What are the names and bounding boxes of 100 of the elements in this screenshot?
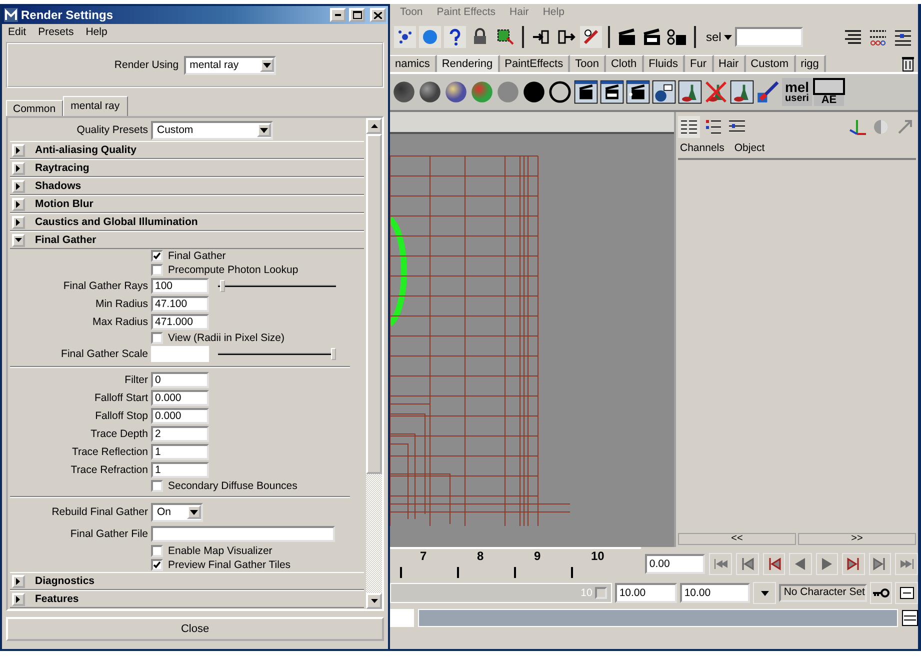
step-forward-key-button[interactable]	[868, 553, 892, 575]
checkbox[interactable]	[151, 264, 163, 276]
step-back-frame-button[interactable]	[762, 553, 786, 575]
section-header[interactable]: Caustics and Global Illumination	[10, 213, 364, 231]
close-dialog-button[interactable]: Close	[6, 617, 384, 641]
ipr-render-window-icon[interactable]	[600, 80, 624, 104]
checkbox[interactable]	[151, 332, 163, 344]
input-field[interactable]: 0	[151, 372, 209, 388]
help-icon[interactable]	[444, 26, 466, 48]
expand-button[interactable]	[12, 574, 25, 588]
shelf-tab[interactable]: Cloth	[606, 55, 644, 72]
expand-button[interactable]	[12, 180, 25, 192]
ring-icon[interactable]	[548, 80, 572, 104]
section-header[interactable]: Shadows	[10, 177, 364, 195]
shelf-tab[interactable]: Custom	[746, 55, 796, 72]
bottle-icon[interactable]	[678, 80, 702, 104]
checkbox[interactable]	[151, 250, 163, 262]
input-field[interactable]: 1	[151, 462, 209, 478]
minimize-button[interactable]	[330, 8, 346, 22]
sphere-icon[interactable]	[392, 80, 416, 104]
construction-history-icon[interactable]	[580, 26, 602, 48]
expand-button[interactable]	[12, 592, 25, 606]
quality-presets-dropdown[interactable]: Custom	[151, 120, 273, 140]
checkbox[interactable]	[151, 545, 163, 557]
slider-thumb[interactable]	[220, 280, 226, 292]
batch-render-icon[interactable]	[626, 80, 650, 104]
bottle-icon[interactable]	[730, 80, 754, 104]
step-forward-frame-button[interactable]	[842, 553, 865, 575]
renderer-dropdown[interactable]: mental ray	[184, 56, 276, 74]
dropdown[interactable]: On	[151, 502, 203, 522]
range-handle[interactable]	[595, 587, 608, 599]
section-header[interactable]: Anti-aliasing Quality	[10, 141, 364, 159]
expand-button[interactable]	[12, 234, 25, 246]
input-field[interactable]: 1	[151, 444, 209, 460]
sphere-icon[interactable]	[522, 80, 546, 104]
particle-icon[interactable]	[394, 26, 416, 48]
maximize-button[interactable]	[349, 8, 365, 22]
channel-box-menu-item[interactable]: Object	[734, 142, 765, 154]
menu-item[interactable]: Help	[542, 6, 564, 20]
close-button[interactable]	[370, 8, 386, 22]
channel-box-menu-item[interactable]: Channels	[680, 142, 724, 154]
tab[interactable]: mental ray	[62, 96, 128, 116]
end-time-field[interactable]: 10.00	[680, 583, 750, 603]
shelf-tab[interactable]: rigg	[796, 55, 826, 72]
play-forwards-button[interactable]	[816, 553, 838, 575]
shelf-tab[interactable]: Hair	[714, 55, 746, 72]
file-field[interactable]	[151, 526, 335, 542]
section-header[interactable]: Final Gather	[10, 231, 364, 249]
input-field[interactable]: 0.000	[151, 408, 209, 424]
scroll-thumb[interactable]	[366, 134, 382, 474]
character-menu-button[interactable]	[753, 582, 776, 604]
section-header[interactable]: Raytracing	[10, 159, 364, 177]
expand-button[interactable]	[12, 144, 25, 156]
shelf-tab[interactable]: Fur	[685, 55, 714, 72]
menu-item[interactable]: Toon	[400, 6, 423, 20]
shelf-tab[interactable]: Toon	[570, 55, 606, 72]
section-header[interactable]: Diagnostics	[10, 572, 364, 590]
step-back-key-button[interactable]	[736, 553, 759, 575]
scroll-left-button[interactable]: <<	[678, 533, 796, 545]
play-backwards-button[interactable]	[789, 553, 812, 575]
expand-button[interactable]	[12, 162, 25, 174]
command-line-field[interactable]	[390, 609, 414, 627]
selection-mode-label[interactable]: sel	[706, 30, 722, 44]
crossed-bottle-icon[interactable]	[704, 80, 728, 104]
input-field[interactable]: 471.000	[151, 314, 209, 330]
start-time-field[interactable]: 10.00	[615, 583, 678, 603]
input-field[interactable]: 47.100	[151, 296, 209, 312]
scroll-down-button[interactable]	[366, 593, 382, 609]
paint-brush-icon[interactable]	[756, 80, 780, 104]
shelf-tab[interactable]: Rendering	[436, 55, 500, 72]
checkbox[interactable]	[151, 559, 163, 571]
shelf-tab[interactable]: Fluids	[644, 55, 685, 72]
current-time-field[interactable]: 0.00	[645, 554, 706, 574]
tab[interactable]: Common	[6, 100, 63, 116]
script-editor-icon[interactable]	[902, 610, 918, 626]
mel-script-icon[interactable]: mel useri	[782, 78, 812, 106]
input-field[interactable]: 2	[151, 426, 209, 442]
sphere-icon[interactable]	[418, 80, 442, 104]
ipr-clapperboard-icon[interactable]	[641, 26, 663, 48]
menu-item[interactable]: Paint Effects	[436, 6, 496, 20]
input-field[interactable]: 0.000	[151, 390, 209, 406]
scroll-right-button[interactable]: >>	[798, 533, 916, 545]
menu-item[interactable]: Hair	[510, 6, 529, 20]
scrollbar[interactable]	[366, 118, 382, 609]
attribute-editor-icon[interactable]: AE	[814, 78, 844, 106]
go-to-end-button[interactable]	[895, 553, 918, 575]
checkbox[interactable]	[151, 480, 163, 492]
go-to-start-button[interactable]	[709, 553, 732, 575]
auto-key-button[interactable]	[870, 582, 892, 604]
input-field[interactable]: 100	[151, 278, 209, 294]
input-field[interactable]	[151, 346, 209, 362]
timeline-ruler[interactable]: 7 8 9 10	[390, 547, 642, 581]
section-header[interactable]: Motion Blur	[10, 195, 364, 213]
section-header[interactable]: Features	[10, 590, 364, 608]
slider-thumb[interactable]	[331, 348, 336, 360]
clapperboard-icon[interactable]	[616, 26, 638, 48]
selection-input-field[interactable]	[735, 27, 804, 47]
render-window-icon[interactable]	[574, 80, 598, 104]
expand-button[interactable]	[12, 198, 25, 210]
shelf-tab[interactable]: PaintEffects	[500, 55, 570, 72]
